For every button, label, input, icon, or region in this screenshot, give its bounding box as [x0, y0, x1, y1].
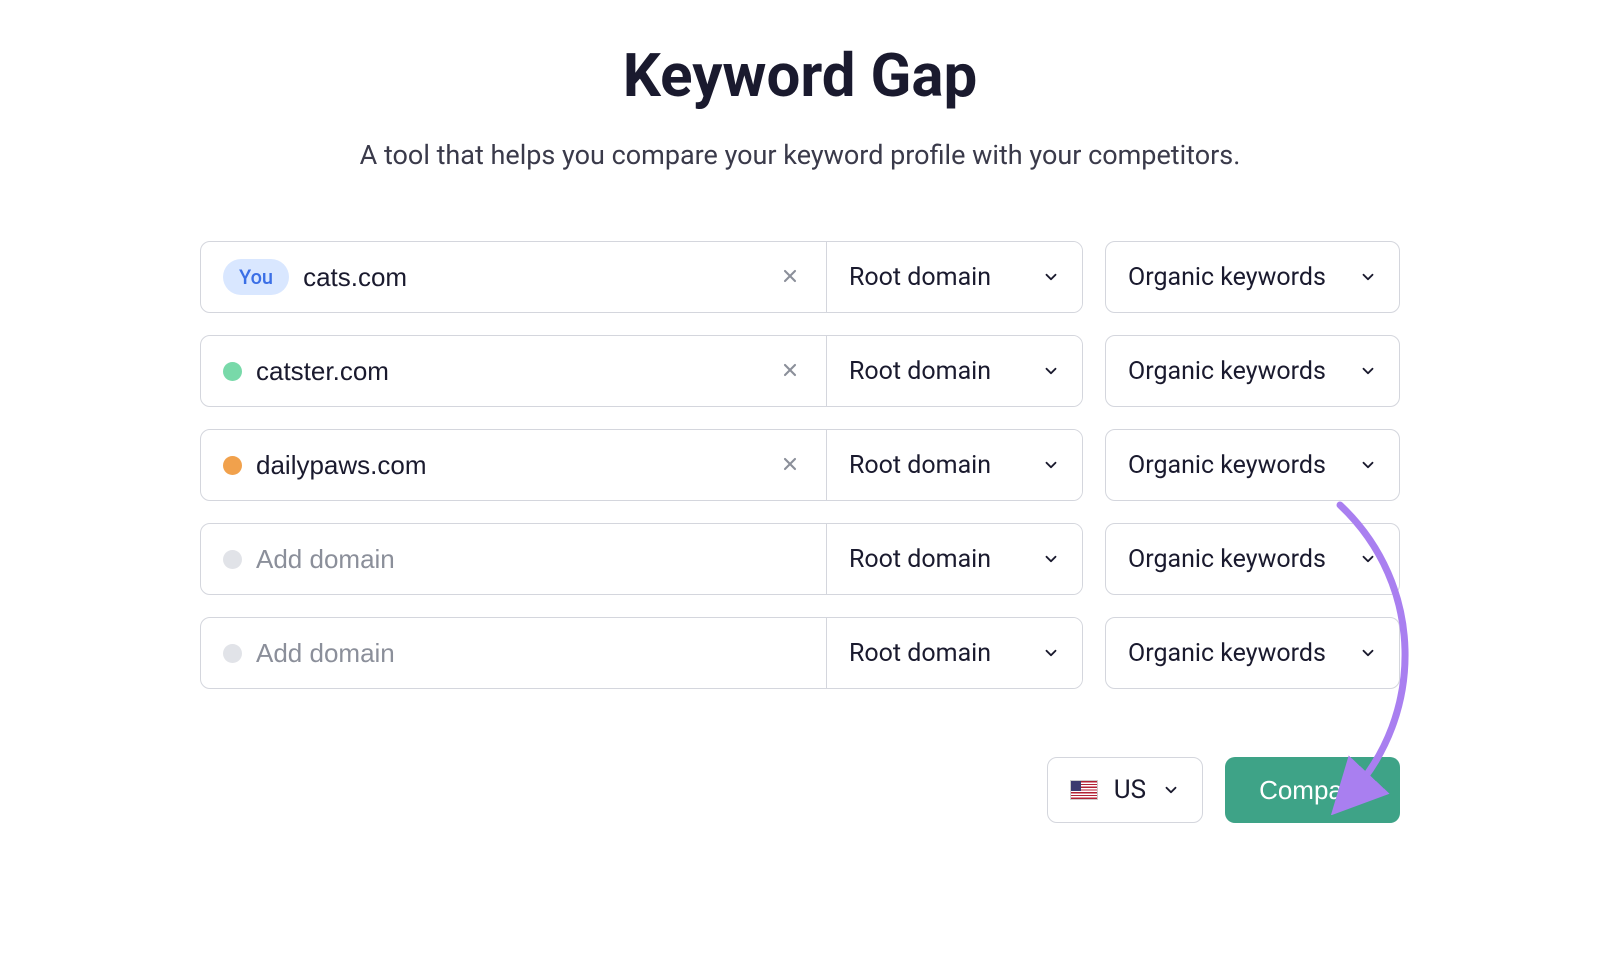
domain-row: Root domain Organic keywords: [200, 335, 1400, 407]
scope-label: Root domain: [849, 639, 991, 668]
competitor-dot-icon: [223, 644, 242, 663]
page-title: Keyword Gap: [200, 40, 1400, 111]
domain-group: Root domain: [200, 523, 1083, 595]
competitor-dot-icon: [223, 550, 242, 569]
domain-input-wrap: [201, 524, 827, 594]
close-icon: [780, 454, 800, 474]
domain-input-wrap: [201, 336, 827, 406]
chevron-down-icon: [1359, 550, 1377, 568]
scope-label: Root domain: [849, 545, 991, 574]
scope-label: Root domain: [849, 263, 991, 292]
chevron-down-icon: [1042, 644, 1060, 662]
keyword-type-select[interactable]: Organic keywords: [1105, 617, 1400, 689]
domain-input-wrap: [201, 618, 827, 688]
scope-select[interactable]: Root domain: [827, 242, 1082, 312]
compare-button[interactable]: Compare: [1225, 757, 1400, 823]
chevron-down-icon: [1042, 362, 1060, 380]
keyword-type-label: Organic keywords: [1128, 451, 1326, 480]
scope-label: Root domain: [849, 451, 991, 480]
keyword-type-select[interactable]: Organic keywords: [1105, 335, 1400, 407]
domain-row: Root domain Organic keywords: [200, 429, 1400, 501]
close-icon: [780, 360, 800, 380]
keyword-type-select[interactable]: Organic keywords: [1105, 429, 1400, 501]
chevron-down-icon: [1162, 781, 1180, 799]
scope-label: Root domain: [849, 357, 991, 386]
chevron-down-icon: [1042, 456, 1060, 474]
scope-select[interactable]: Root domain: [827, 618, 1082, 688]
domain-row: You Root domain Organic keywords: [200, 241, 1400, 313]
chevron-down-icon: [1359, 456, 1377, 474]
keyword-type-select[interactable]: Organic keywords: [1105, 523, 1400, 595]
chevron-down-icon: [1359, 268, 1377, 286]
scope-select[interactable]: Root domain: [827, 336, 1082, 406]
keyword-type-label: Organic keywords: [1128, 545, 1326, 574]
competitor-dot-icon: [223, 456, 242, 475]
domain-group: Root domain: [200, 429, 1083, 501]
chevron-down-icon: [1359, 362, 1377, 380]
chevron-down-icon: [1359, 644, 1377, 662]
domain-row: Root domain Organic keywords: [200, 617, 1400, 689]
domain-input-wrap: You: [201, 242, 827, 312]
domain-input[interactable]: [256, 356, 758, 387]
keyword-type-label: Organic keywords: [1128, 263, 1326, 292]
you-badge: You: [223, 259, 289, 295]
clear-input-button[interactable]: [772, 446, 808, 485]
keyword-type-select[interactable]: Organic keywords: [1105, 241, 1400, 313]
close-icon: [780, 266, 800, 286]
domain-input-wrap: [201, 430, 827, 500]
clear-input-button[interactable]: [772, 352, 808, 391]
scope-select[interactable]: Root domain: [827, 524, 1082, 594]
chevron-down-icon: [1042, 550, 1060, 568]
domain-input[interactable]: [303, 262, 758, 293]
domain-group: Root domain: [200, 335, 1083, 407]
keyword-type-label: Organic keywords: [1128, 639, 1326, 668]
chevron-down-icon: [1042, 268, 1060, 286]
domain-group: You Root domain: [200, 241, 1083, 313]
clear-input-button[interactable]: [772, 258, 808, 297]
domain-rows: YouRoot domainOrganic keywordsRoot domai…: [200, 241, 1400, 689]
domain-input[interactable]: [256, 450, 758, 481]
keyword-type-label: Organic keywords: [1128, 357, 1326, 386]
scope-select[interactable]: Root domain: [827, 430, 1082, 500]
domain-row: Root domain Organic keywords: [200, 523, 1400, 595]
page-subtitle: A tool that helps you compare your keywo…: [200, 139, 1400, 171]
domain-input[interactable]: [256, 638, 808, 669]
footer-row: US Compare: [200, 757, 1400, 823]
flag-us-icon: [1070, 780, 1098, 800]
domain-group: Root domain: [200, 617, 1083, 689]
country-select[interactable]: US: [1047, 757, 1203, 823]
domain-input[interactable]: [256, 544, 808, 575]
competitor-dot-icon: [223, 362, 242, 381]
country-label: US: [1114, 775, 1146, 805]
